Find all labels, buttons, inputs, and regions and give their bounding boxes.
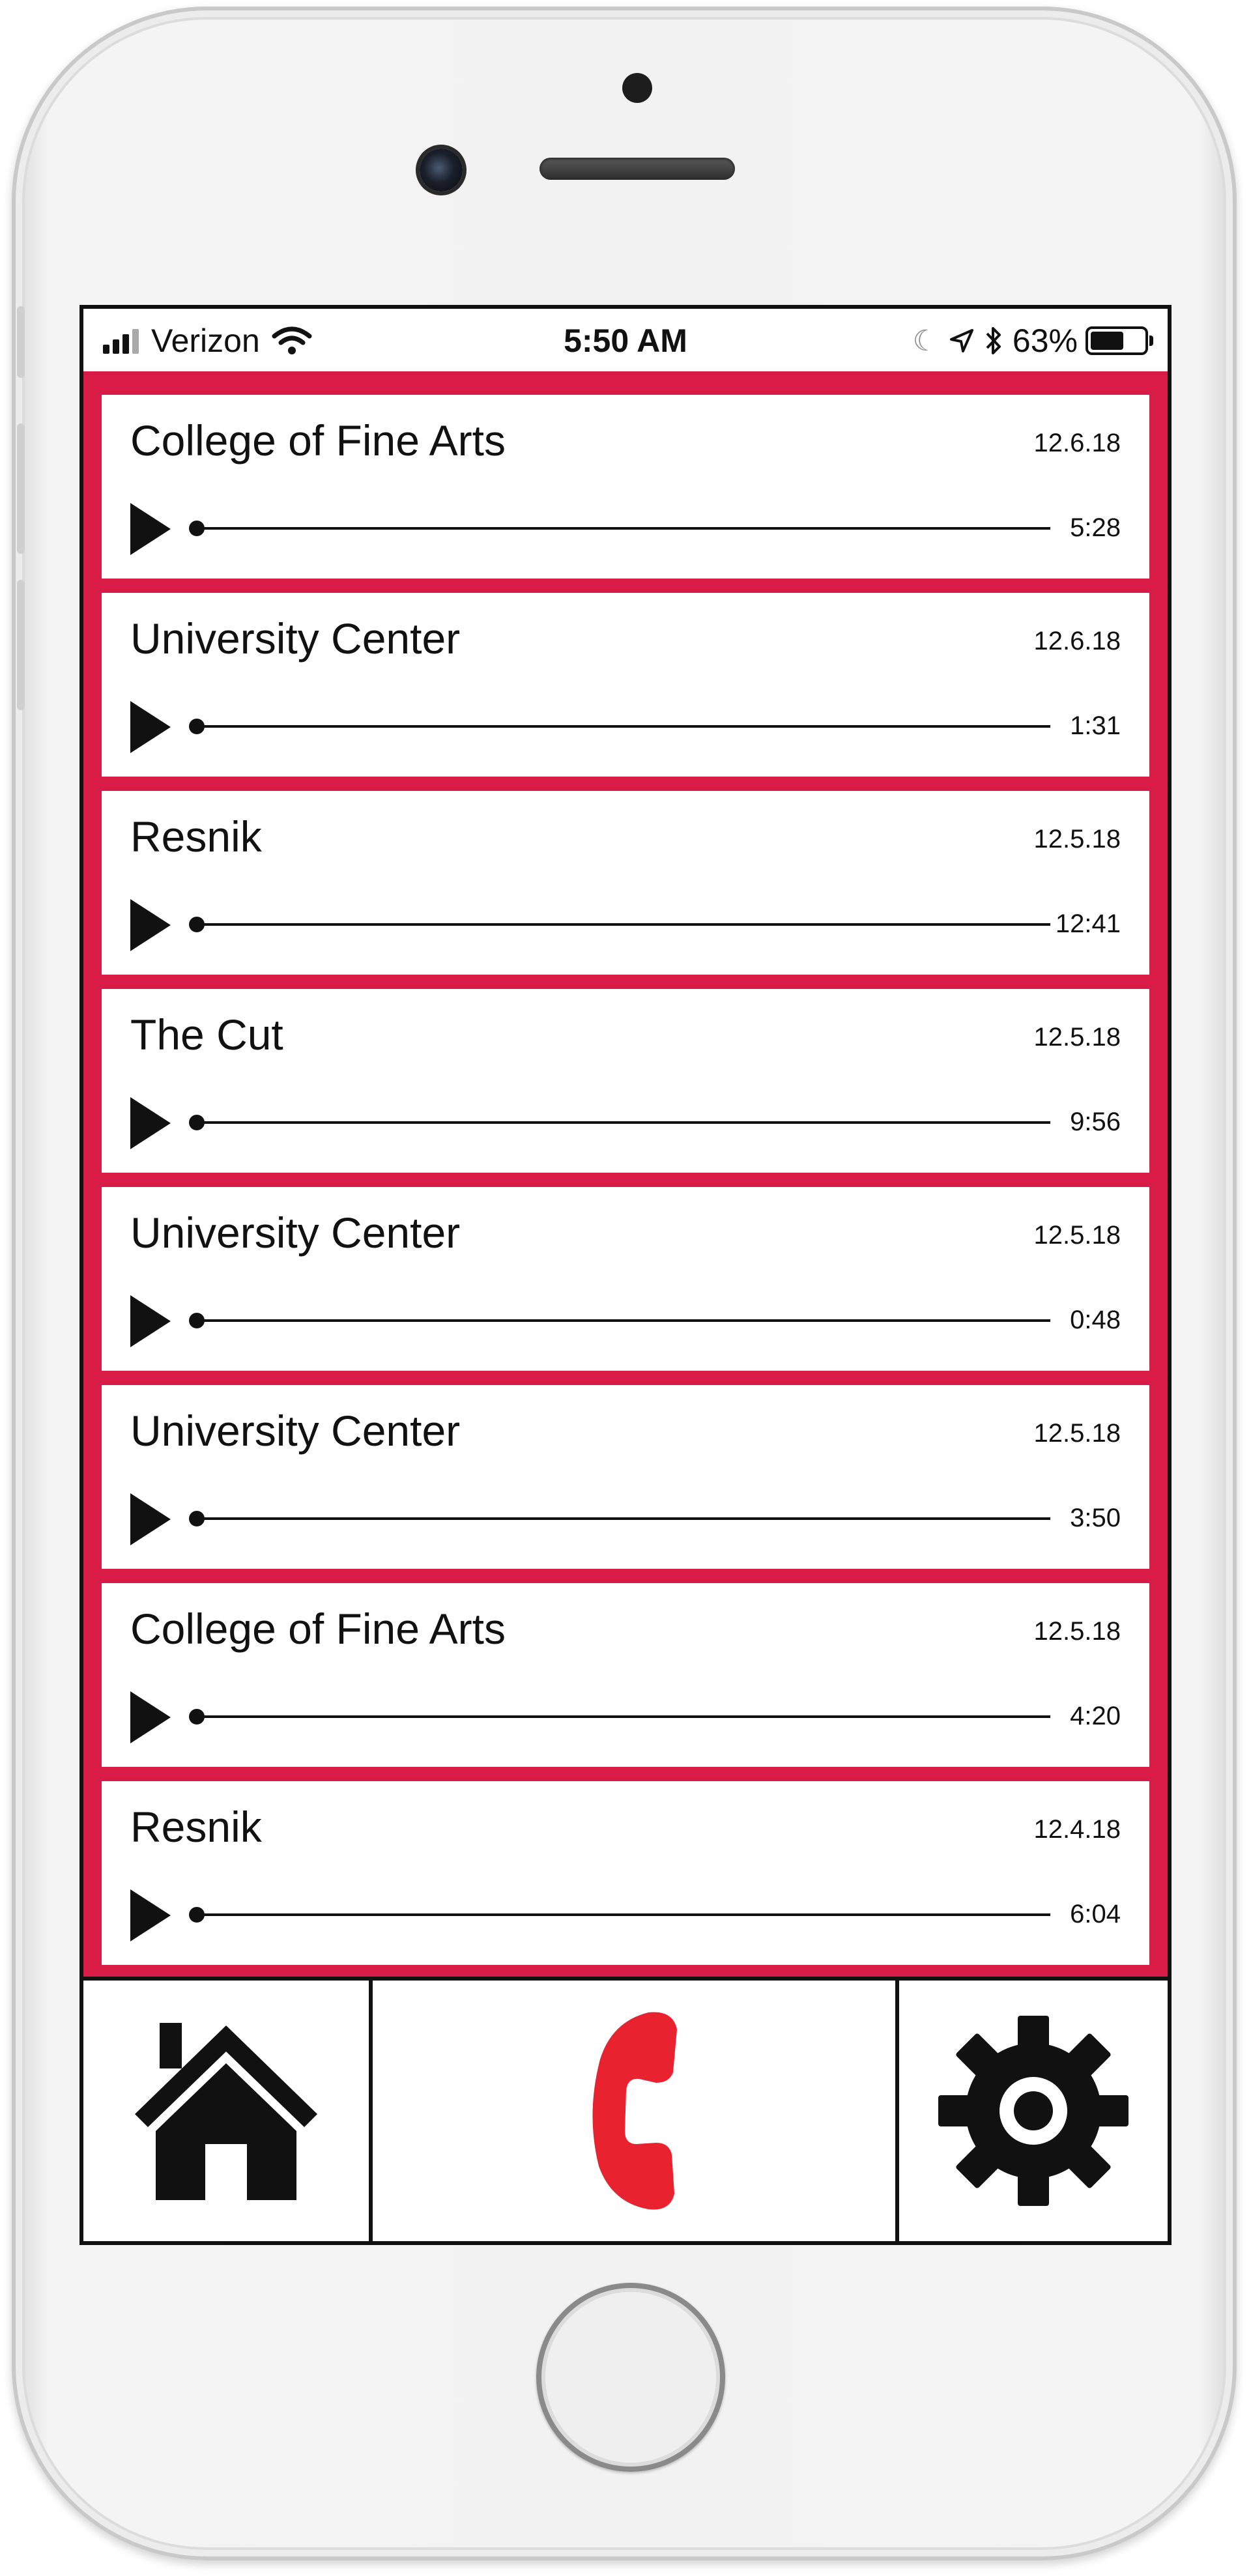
recording-date: 12.5.18 xyxy=(1033,1221,1121,1250)
recording-duration: 9:56 xyxy=(1070,1108,1121,1136)
playback-scrubber[interactable] xyxy=(189,1313,1050,1328)
proximity-sensor xyxy=(622,73,652,103)
recording-title: Resnik xyxy=(130,812,262,861)
play-icon[interactable] xyxy=(130,701,171,753)
recording-title: University Center xyxy=(130,1209,461,1257)
volume-down-button xyxy=(17,580,25,710)
recording-duration: 4:20 xyxy=(1070,1702,1121,1730)
recording-date: 12.5.18 xyxy=(1033,1419,1121,1448)
recording-duration: 1:31 xyxy=(1070,711,1121,740)
playback-scrubber[interactable] xyxy=(189,1115,1050,1130)
recording-title: Resnik xyxy=(130,1803,262,1851)
status-right: ☾ 63% xyxy=(912,322,1153,360)
scrubber-knob[interactable] xyxy=(189,1115,205,1130)
recording-duration: 3:50 xyxy=(1070,1504,1121,1532)
playback-scrubber[interactable] xyxy=(189,1709,1050,1724)
recording-duration: 6:04 xyxy=(1070,1900,1121,1928)
play-icon[interactable] xyxy=(130,1295,171,1347)
recording-card[interactable]: University Center 12.5.18 0:48 xyxy=(102,1187,1149,1371)
recording-date: 12.4.18 xyxy=(1033,1815,1121,1844)
recording-date: 12.6.18 xyxy=(1033,627,1121,655)
recording-duration: 12:41 xyxy=(1055,909,1121,938)
recording-card[interactable]: College of Fine Arts 12.6.18 5:28 xyxy=(102,395,1149,579)
recording-date: 12.5.18 xyxy=(1033,825,1121,853)
play-icon[interactable] xyxy=(130,1889,171,1941)
scrubber-knob[interactable] xyxy=(189,1709,205,1724)
play-icon[interactable] xyxy=(130,899,171,951)
recording-date: 12.5.18 xyxy=(1033,1023,1121,1052)
screen: Verizon 5:50 AM ☾ 63% College of Fine Ar… xyxy=(79,305,1172,2245)
phone-icon xyxy=(592,2012,677,2210)
recording-title: College of Fine Arts xyxy=(130,416,506,465)
playback-scrubber[interactable] xyxy=(189,917,1050,932)
playback-scrubber[interactable] xyxy=(189,521,1050,536)
battery-icon xyxy=(1086,326,1153,355)
recording-title: College of Fine Arts xyxy=(130,1605,506,1653)
battery-percentage: 63% xyxy=(1012,322,1078,359)
playback-scrubber[interactable] xyxy=(189,1907,1050,1923)
home-button[interactable] xyxy=(536,2283,725,2472)
location-arrow-icon xyxy=(949,329,973,352)
gear-icon xyxy=(938,2016,1129,2206)
mute-switch xyxy=(17,306,25,378)
scrubber-knob[interactable] xyxy=(189,521,205,536)
bluetooth-icon xyxy=(986,327,1001,354)
home-icon xyxy=(135,2023,317,2200)
play-icon[interactable] xyxy=(130,503,171,555)
playback-scrubber[interactable] xyxy=(189,719,1050,734)
recording-card[interactable]: Resnik 12.4.18 6:04 xyxy=(102,1781,1149,1965)
scrubber-knob[interactable] xyxy=(189,1907,205,1923)
recording-duration: 5:28 xyxy=(1070,513,1121,542)
recording-date: 12.6.18 xyxy=(1033,429,1121,457)
play-icon[interactable] xyxy=(130,1691,171,1743)
scrubber-knob[interactable] xyxy=(189,1313,205,1328)
moon-icon: ☾ xyxy=(912,324,938,357)
recording-title: The Cut xyxy=(130,1010,283,1059)
nav-home-button[interactable] xyxy=(83,1981,373,2241)
scrubber-knob[interactable] xyxy=(189,917,205,932)
play-icon[interactable] xyxy=(130,1493,171,1545)
recording-duration: 0:48 xyxy=(1070,1306,1121,1334)
front-camera xyxy=(420,149,463,192)
status-bar: Verizon 5:50 AM ☾ 63% xyxy=(83,309,1168,371)
play-icon[interactable] xyxy=(130,1097,171,1149)
recording-card[interactable]: The Cut 12.5.18 9:56 xyxy=(102,989,1149,1173)
recording-date: 12.5.18 xyxy=(1033,1617,1121,1646)
recording-list: College of Fine Arts 12.6.18 5:28 Universit… xyxy=(83,371,1168,1977)
recording-title: University Center xyxy=(130,1407,461,1455)
recording-card[interactable]: University Center 12.6.18 1:31 xyxy=(102,593,1149,777)
nav-settings-button[interactable] xyxy=(899,1981,1168,2241)
scrubber-knob[interactable] xyxy=(189,719,205,734)
scrubber-knob[interactable] xyxy=(189,1511,205,1526)
nav-call-button[interactable] xyxy=(373,1981,899,2241)
playback-scrubber[interactable] xyxy=(189,1511,1050,1526)
recording-title: University Center xyxy=(130,614,461,663)
recording-card[interactable]: University Center 12.5.18 3:50 xyxy=(102,1385,1149,1569)
bottom-nav xyxy=(83,1977,1168,2241)
recording-card[interactable]: College of Fine Arts 12.5.18 4:20 xyxy=(102,1583,1149,1767)
recording-card[interactable]: Resnik 12.5.18 12:41 xyxy=(102,791,1149,975)
battery-level-fill xyxy=(1091,332,1123,350)
earpiece-speaker xyxy=(539,158,735,180)
volume-up-button xyxy=(17,423,25,554)
